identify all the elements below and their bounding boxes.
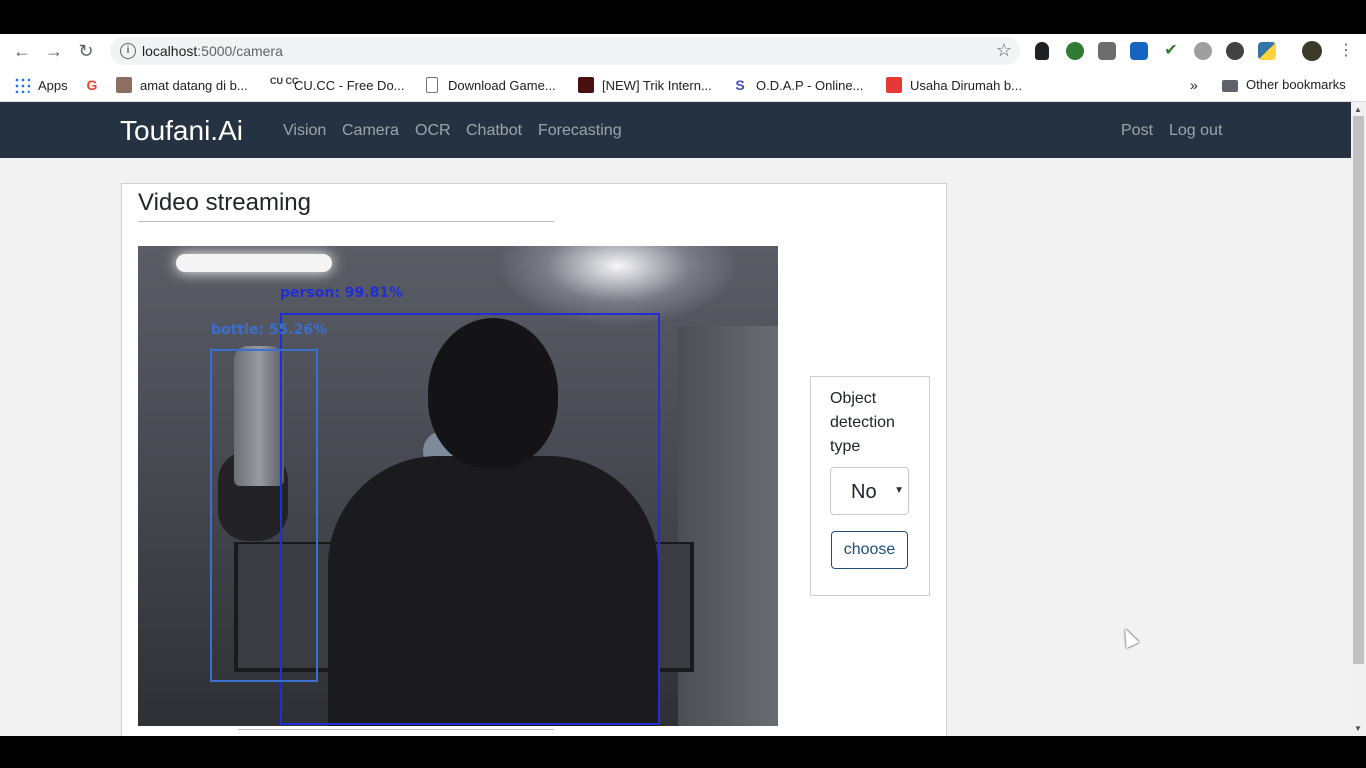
nav-link-logout[interactable]: Log out (1169, 122, 1222, 140)
image-extension-icon[interactable] (1098, 42, 1116, 60)
apps-grid-icon (14, 77, 30, 93)
detection-options-panel: Object detection type No ▼ choose (810, 376, 930, 596)
video-card: Video streaming person: 99.81% bottle: 5… (121, 183, 947, 736)
nav-link-post[interactable]: Post (1121, 122, 1153, 140)
menu-kebab-icon[interactable]: ⋮ (1338, 42, 1354, 60)
bookmark-trik-intern[interactable]: [NEW] Trik Intern... (578, 77, 712, 93)
window-bottom-bar (0, 736, 1366, 768)
google-icon: G (84, 77, 100, 93)
bookmark-amat-datang[interactable]: amat datang di b... (116, 77, 248, 93)
bookmark-download-game[interactable]: Download Game... (424, 77, 556, 93)
other-bookmarks[interactable]: Other bookmarks (1222, 77, 1346, 92)
back-arrow-icon[interactable]: ← (11, 40, 33, 62)
evernote-icon[interactable] (1066, 42, 1084, 60)
divider-bottom (238, 729, 554, 730)
cucc-icon: CU CC (270, 77, 299, 93)
bookmark-google[interactable]: G (84, 77, 108, 93)
bookmarks-bar: Apps G amat datang di b... CU CC CU.CC - … (0, 68, 1366, 102)
sn-icon (578, 77, 594, 93)
bookmarks-overflow-icon[interactable]: » (1190, 77, 1198, 93)
nav-link-camera[interactable]: Camera (342, 122, 399, 140)
microphone-icon[interactable] (1035, 42, 1049, 60)
forward-arrow-icon[interactable]: → (43, 40, 65, 62)
page-icon (426, 77, 438, 93)
python-icon[interactable] (1258, 42, 1276, 60)
site-icon (116, 77, 132, 93)
brand-logo[interactable]: Toufani.Ai (120, 115, 243, 147)
scroll-up-icon[interactable]: ▲ (1354, 105, 1362, 114)
folder-icon (1222, 79, 1238, 92)
profile-avatar[interactable] (1302, 41, 1322, 61)
nav-link-forecasting[interactable]: Forecasting (538, 122, 622, 140)
bookmark-apps[interactable]: Apps (14, 77, 68, 93)
bookmark-label: Apps (38, 77, 68, 93)
scroll-down-icon[interactable]: ▼ (1354, 724, 1362, 733)
divider (138, 221, 554, 222)
web-page: Toufani.Ai Vision Camera OCR Chatbot For… (0, 102, 1351, 736)
window-top-bar (0, 0, 1366, 34)
odap-icon: S (732, 77, 748, 93)
bookmark-label: Download Game... (448, 77, 556, 93)
other-bookmarks-label: Other bookmarks (1246, 77, 1346, 92)
globe-icon[interactable] (1194, 42, 1212, 60)
nav-link-ocr[interactable]: OCR (415, 122, 451, 140)
address-bar[interactable]: i localhost:5000/camera ☆ (110, 37, 1020, 65)
bookmark-label: [NEW] Trik Intern... (602, 77, 712, 93)
ceiling-lamp (176, 254, 332, 272)
select-value: No (851, 481, 877, 503)
url-text[interactable]: localhost:5000/camera (142, 43, 283, 59)
bookmark-label: Usaha Dirumah b... (910, 77, 1022, 93)
bookmark-label: CU.CC - Free Do... (294, 77, 405, 93)
blogger-icon (886, 77, 902, 93)
translate-icon[interactable] (1130, 42, 1148, 60)
bookmark-usaha-dirumah[interactable]: Usaha Dirumah b... (886, 77, 1022, 93)
bookmark-star-icon[interactable]: ☆ (996, 40, 1012, 61)
site-navbar: Toufani.Ai Vision Camera OCR Chatbot For… (0, 102, 1351, 158)
detection-type-select[interactable]: No ▼ (830, 467, 909, 515)
site-info-icon[interactable]: i (120, 43, 136, 59)
page-title: Video streaming (138, 189, 311, 216)
url-path: :5000/camera (197, 43, 283, 59)
mouse-cursor-icon (1118, 625, 1140, 649)
url-host: localhost (142, 43, 198, 59)
nav-link-vision[interactable]: Vision (283, 122, 326, 140)
nav-link-chatbot[interactable]: Chatbot (466, 122, 522, 140)
bookmark-cucc[interactable]: CU CC CU.CC - Free Do... (270, 77, 405, 93)
bookmark-label: amat datang di b... (140, 77, 248, 93)
detection-type-label: Object detection type (830, 390, 895, 455)
person-bounding-box (280, 313, 660, 725)
dark-globe-icon[interactable] (1226, 42, 1244, 60)
bookmark-odap[interactable]: S O.D.A.P - Online... (732, 77, 863, 93)
choose-button[interactable]: choose (831, 531, 908, 569)
reload-icon[interactable]: ↻ (75, 40, 97, 62)
person-detection-label: person: 99.81% (280, 285, 404, 301)
video-stream: person: 99.81% bottle: 55.26% (138, 246, 778, 726)
bottle-bounding-box (210, 349, 318, 682)
chevron-down-icon: ▼ (894, 485, 904, 496)
scrollbar-thumb[interactable] (1353, 116, 1364, 664)
checkmark-extension-icon[interactable]: ✔ (1162, 42, 1180, 60)
page-scrollbar[interactable]: ▲ ▼ (1351, 102, 1366, 736)
bookmark-label: O.D.A.P - Online... (756, 77, 864, 93)
bottle-detection-label: bottle: 55.26% (211, 322, 328, 338)
